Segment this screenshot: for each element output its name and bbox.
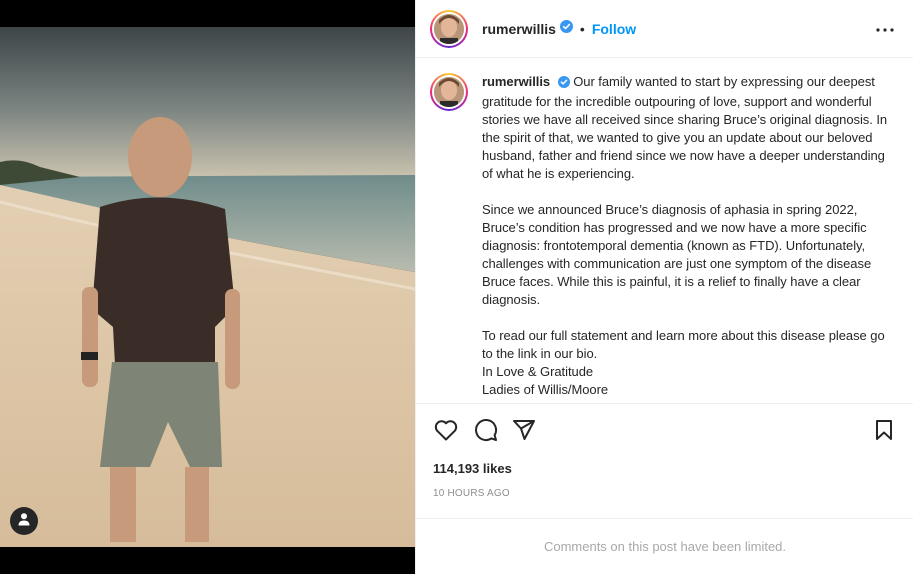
comment-button[interactable] (472, 418, 500, 446)
post-photo[interactable] (0, 27, 415, 547)
more-options-button[interactable] (873, 18, 897, 38)
comments-limited-notice: Comments on this post have been limited. (416, 518, 913, 574)
caption-paragraph-2: Since we announced Bruce’s diagnosis of … (482, 202, 872, 307)
likes-count[interactable]: 114,193 likes (433, 461, 512, 476)
user-tag-button[interactable] (10, 507, 38, 535)
verified-badge-icon (559, 19, 573, 38)
separator-dot: • (579, 20, 585, 37)
caption-body-1: Our family wanted to start by expressing… (482, 74, 888, 181)
instagram-post: rumerwillis • Follow rumerwillis Our fam… (0, 0, 913, 574)
caption-closing-1: In Love & Gratitude (482, 364, 594, 379)
caption-paragraph-1: rumerwillis Our family wanted to start b… (482, 73, 892, 183)
post-side-panel: rumerwillis • Follow rumerwillis Our fam… (415, 0, 913, 574)
verified-badge-icon (557, 75, 570, 93)
caption-avatar[interactable] (430, 73, 468, 111)
bookmark-icon (874, 419, 894, 446)
avatar[interactable] (430, 9, 468, 48)
username-link[interactable]: rumerwillis (482, 21, 556, 37)
caption-closing-2: Ladies of Willis/Moore (482, 382, 609, 397)
like-button[interactable] (432, 418, 460, 446)
caption-text: rumerwillis Our family wanted to start b… (482, 73, 892, 399)
action-bar (430, 418, 900, 446)
post-header: rumerwillis • Follow (416, 0, 913, 58)
comment-icon (474, 418, 498, 447)
post-timestamp[interactable]: 10 HOURS AGO (433, 488, 510, 499)
post-media (0, 0, 415, 574)
caption-paragraph-3: To read our full statement and learn mor… (482, 328, 885, 361)
user-tag-icon (17, 512, 31, 531)
follow-button[interactable]: Follow (592, 21, 636, 37)
caption-username[interactable]: rumerwillis (482, 74, 550, 89)
save-button[interactable] (870, 418, 898, 446)
more-options-icon (876, 19, 894, 37)
caption-section: rumerwillis Our family wanted to start b… (416, 59, 913, 404)
share-button[interactable] (510, 418, 538, 446)
paper-plane-icon (512, 419, 536, 446)
heart-icon (434, 419, 458, 446)
